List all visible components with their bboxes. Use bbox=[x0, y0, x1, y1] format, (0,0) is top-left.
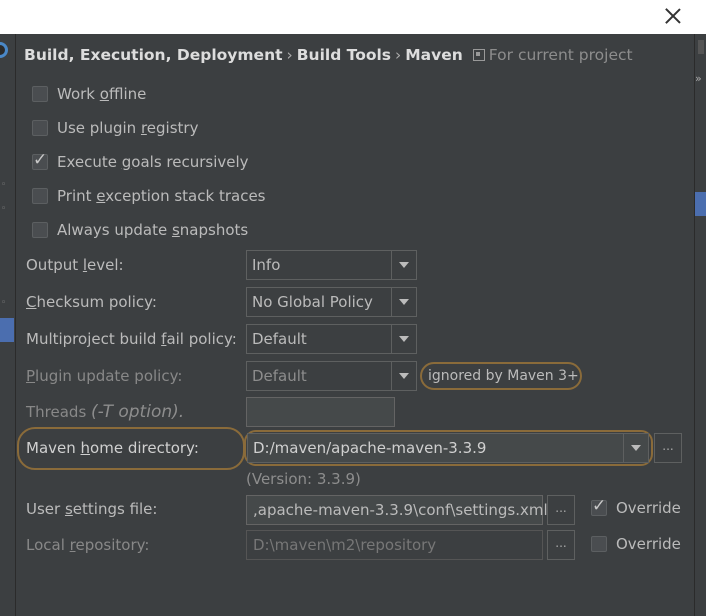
breadcrumb-separator: › bbox=[395, 46, 402, 64]
use-plugin-registry-option[interactable]: Use plugin registry bbox=[32, 118, 198, 138]
user-settings-override-option[interactable]: Override bbox=[591, 496, 681, 518]
breadcrumb-item-build-execution: Build, Execution, Deployment bbox=[24, 46, 283, 64]
checksum-policy-dropdown[interactable]: No Global Policy bbox=[246, 287, 417, 317]
user-settings-input[interactable]: ,apache-maven-3.3.9\conf\settings.xml bbox=[246, 495, 548, 525]
maven-version-text: (Version: 3.3.9) bbox=[246, 470, 361, 488]
scrollbar-thumb[interactable] bbox=[698, 40, 704, 54]
output-level-label: Output level: bbox=[26, 256, 124, 274]
threads-label: Threads (-T option). bbox=[26, 402, 185, 422]
ignored-hint-text: ignored by Maven 3+ bbox=[428, 368, 579, 384]
breadcrumb-item-maven: Maven bbox=[405, 46, 463, 64]
always-update-snapshots-option[interactable]: Always update snapshots bbox=[32, 220, 248, 240]
scope-label: For current project bbox=[488, 46, 633, 64]
expand-icon[interactable]: » bbox=[695, 72, 702, 85]
maven-home-value: D:/maven/apache-maven-3.3.9 bbox=[253, 439, 487, 457]
use-plugin-registry-checkbox[interactable] bbox=[32, 120, 48, 136]
breadcrumb-item-build-tools: Build Tools bbox=[296, 46, 392, 64]
maven-home-label: Maven home directory: bbox=[26, 439, 199, 457]
chevron-down-icon[interactable] bbox=[391, 251, 416, 279]
chevron-down-icon[interactable] bbox=[391, 288, 416, 316]
local-repository-input[interactable]: D:\maven\m2\repository bbox=[246, 530, 543, 560]
right-panel-edge: » bbox=[694, 34, 706, 616]
checksum-policy-value: No Global Policy bbox=[252, 293, 373, 311]
local-repository-override-option[interactable]: Override bbox=[591, 534, 681, 554]
fail-policy-label: Multiproject build fail policy: bbox=[26, 330, 237, 348]
print-exception-stack-traces-checkbox[interactable] bbox=[32, 188, 48, 204]
execute-goals-recursively-label: Execute goals recursively bbox=[57, 153, 249, 171]
execute-goals-recursively-option[interactable]: Execute goals recursively bbox=[32, 150, 249, 172]
tree-node-icon: ◦ bbox=[1, 180, 7, 190]
user-settings-override-checkbox[interactable] bbox=[591, 496, 607, 516]
output-level-dropdown[interactable]: Info bbox=[246, 250, 417, 280]
local-repository-browse-button[interactable]: ... bbox=[547, 530, 575, 560]
output-level-value: Info bbox=[252, 256, 281, 274]
use-plugin-registry-label: Use plugin registry bbox=[57, 119, 199, 137]
always-update-snapshots-label: Always update snapshots bbox=[57, 221, 249, 239]
project-scope-icon bbox=[472, 49, 485, 61]
local-repository-value: D:\maven\m2\repository bbox=[253, 536, 437, 554]
execute-goals-recursively-checkbox[interactable] bbox=[32, 150, 48, 170]
threads-input[interactable] bbox=[246, 397, 395, 427]
threads-hint: (-T option). bbox=[91, 402, 185, 422]
chevron-down-icon[interactable] bbox=[391, 325, 416, 353]
breadcrumb: Build, Execution, Deployment › Build Tools… bbox=[24, 46, 633, 64]
settings-tree-edge: ◦ ◦ ◦ bbox=[0, 34, 16, 616]
checksum-policy-label: Checksum policy: bbox=[26, 293, 157, 311]
print-exception-stack-traces-label: Print exception stack traces bbox=[57, 187, 266, 205]
user-settings-browse-button[interactable]: ... bbox=[547, 495, 575, 525]
always-update-snapshots-checkbox[interactable] bbox=[32, 222, 48, 238]
breadcrumb-separator: › bbox=[286, 46, 293, 64]
ignored-hint-highlight: ignored by Maven 3+ bbox=[420, 362, 582, 390]
user-settings-label: User settings file: bbox=[26, 500, 158, 518]
selected-row-edge bbox=[695, 192, 706, 216]
work-offline-checkbox[interactable] bbox=[32, 86, 48, 102]
plugin-update-policy-label: Plugin update policy: bbox=[26, 367, 183, 385]
maven-home-combo[interactable]: D:/maven/apache-maven-3.3.9 bbox=[247, 433, 649, 463]
print-exception-stack-traces-option[interactable]: Print exception stack traces bbox=[32, 186, 265, 206]
work-offline-option[interactable]: Work offline bbox=[32, 84, 146, 104]
local-repository-override-label: Override bbox=[616, 535, 681, 553]
user-settings-value: ,apache-maven-3.3.9\conf\settings.xml bbox=[253, 501, 548, 519]
local-repository-label: Local repository: bbox=[26, 536, 150, 554]
tree-node-icon: ◦ bbox=[1, 204, 7, 214]
work-offline-label: Work offline bbox=[57, 85, 147, 103]
fail-policy-value: Default bbox=[252, 330, 307, 348]
tree-selected-item[interactable] bbox=[0, 318, 14, 342]
local-repository-override-checkbox[interactable] bbox=[591, 536, 607, 552]
chevron-down-icon[interactable] bbox=[391, 362, 416, 390]
close-icon[interactable] bbox=[663, 6, 683, 26]
chevron-down-icon[interactable] bbox=[623, 434, 648, 462]
tree-node-icon: ◦ bbox=[1, 298, 7, 308]
plugin-update-policy-dropdown[interactable]: Default bbox=[246, 361, 417, 391]
fail-policy-dropdown[interactable]: Default bbox=[246, 324, 417, 354]
dialog-title-bar bbox=[0, 0, 706, 34]
maven-home-browse-button[interactable]: ... bbox=[654, 433, 682, 463]
plugin-update-policy-value: Default bbox=[252, 367, 307, 385]
user-settings-override-label: Override bbox=[616, 499, 681, 517]
